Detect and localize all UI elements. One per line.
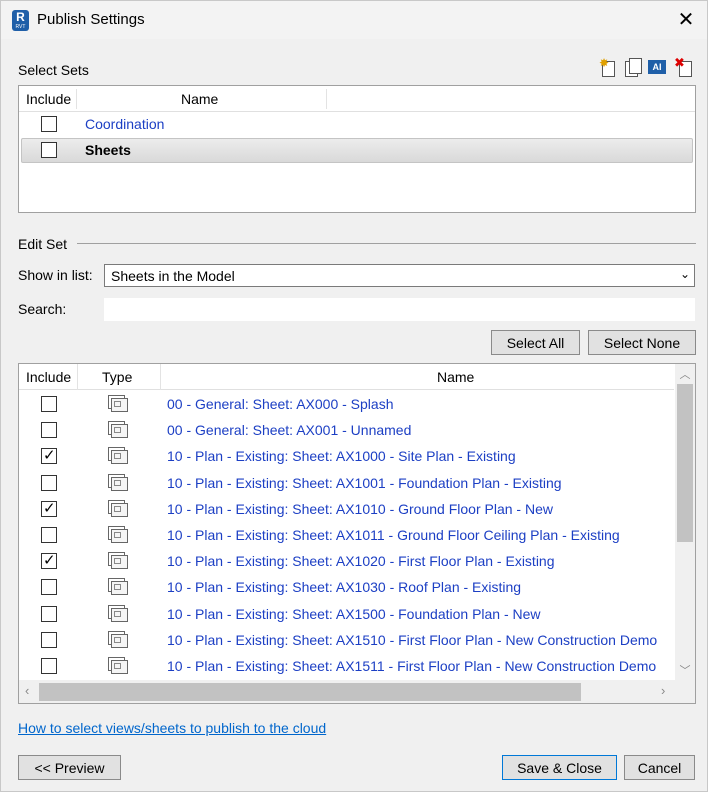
- save-close-button[interactable]: Save & Close: [502, 755, 617, 780]
- set-name[interactable]: Coordination: [85, 116, 164, 132]
- sheet-icon: [108, 473, 128, 491]
- publish-settings-dialog: R RVT Publish Settings ✕ Select Sets ✸ AI…: [0, 0, 708, 792]
- help-link[interactable]: How to select views/sheets to publish to…: [18, 720, 326, 736]
- select-sets-list: Include Name Coordination Sheets: [18, 85, 696, 213]
- scroll-corner: [675, 680, 695, 703]
- sheet-icon: [108, 657, 128, 674]
- horizontal-scroll-thumb[interactable]: [39, 683, 581, 701]
- chevron-down-icon: ⌄: [679, 267, 690, 281]
- set-name[interactable]: Sheets: [85, 142, 131, 158]
- table-row[interactable]: 10 - Plan - Existing: Sheet: AX1001 - Fo…: [19, 470, 674, 496]
- column-separator: [76, 89, 77, 109]
- show-in-list-label: Show in list:: [18, 267, 93, 283]
- search-label: Search:: [18, 301, 67, 317]
- include-checkbox[interactable]: [41, 396, 57, 412]
- table-row[interactable]: 10 - Plan - Existing: Sheet: AX1510 - Fi…: [19, 627, 674, 653]
- sheet-icon: [108, 630, 128, 648]
- include-checkbox[interactable]: [41, 551, 57, 570]
- scroll-right-icon[interactable]: ›: [661, 683, 665, 698]
- horizontal-scrollbar[interactable]: ‹ ›: [19, 680, 675, 703]
- table-row[interactable]: 10 - Plan - Existing: Sheet: AX1010 - Gr…: [19, 496, 674, 522]
- scroll-left-icon[interactable]: ‹: [25, 683, 29, 698]
- sheet-name[interactable]: 10 - Plan - Existing: Sheet: AX1500 - Fo…: [167, 606, 541, 622]
- vertical-scrollbar[interactable]: ︿ ﹀: [675, 364, 695, 680]
- sheet-name[interactable]: 10 - Plan - Existing: Sheet: AX1511 - Fi…: [167, 658, 656, 674]
- sheet-name[interactable]: 10 - Plan - Existing: Sheet: AX1010 - Gr…: [167, 501, 553, 517]
- include-column-header[interactable]: Include: [26, 369, 71, 385]
- edit-set-divider: [77, 243, 696, 244]
- duplicate-set-icon[interactable]: [622, 58, 642, 78]
- column-separator: [77, 364, 78, 390]
- new-set-icon[interactable]: ✸: [599, 56, 619, 78]
- vertical-scroll-thumb[interactable]: [677, 384, 693, 542]
- sheet-name[interactable]: 00 - General: Sheet: AX000 - Splash: [167, 396, 393, 412]
- type-column-header[interactable]: Type: [102, 369, 132, 385]
- sheet-icon: [108, 526, 128, 543]
- sheet-icon: [108, 499, 128, 517]
- sheet-icon: [108, 578, 128, 596]
- table-row[interactable]: 10 - Plan - Existing: Sheet: AX1020 - Fi…: [19, 548, 674, 574]
- column-separator: [160, 364, 161, 390]
- table-row[interactable]: 00 - General: Sheet: AX001 - Unnamed: [19, 417, 674, 443]
- sets-include-header[interactable]: Include: [26, 91, 71, 107]
- include-checkbox[interactable]: [41, 605, 57, 622]
- sheet-icon: [108, 447, 128, 465]
- revit-app-icon: R RVT: [12, 10, 29, 31]
- sheet-name[interactable]: 10 - Plan - Existing: Sheet: AX1011 - Gr…: [167, 527, 620, 543]
- select-all-button[interactable]: Select All: [491, 330, 580, 355]
- edit-set-label: Edit Set: [18, 236, 68, 252]
- include-checkbox[interactable]: [41, 499, 57, 517]
- include-checkbox[interactable]: [41, 579, 57, 596]
- table-row[interactable]: 10 - Plan - Existing: Sheet: AX1500 - Fo…: [19, 601, 674, 627]
- include-checkbox[interactable]: [41, 446, 57, 465]
- sets-header: Include Name: [19, 86, 695, 112]
- sheet-name[interactable]: 10 - Plan - Existing: Sheet: AX1030 - Ro…: [167, 579, 521, 595]
- table-row[interactable]: 00 - General: Sheet: AX000 - Splash: [19, 391, 674, 417]
- title-bar: R RVT Publish Settings ✕: [1, 1, 707, 39]
- show-in-list-dropdown[interactable]: Sheets in the Model ⌄: [104, 264, 695, 287]
- sheet-icon: [108, 552, 128, 570]
- include-checkbox[interactable]: [41, 527, 57, 543]
- sheet-name[interactable]: 10 - Plan - Existing: Sheet: AX1020 - Fi…: [167, 553, 555, 569]
- delete-set-icon[interactable]: ✖: [674, 55, 694, 78]
- sheet-name[interactable]: 10 - Plan - Existing: Sheet: AX1510 - Fi…: [167, 632, 657, 648]
- table-row[interactable]: 10 - Plan - Existing: Sheet: AX1030 - Ro…: [19, 574, 674, 600]
- include-checkbox[interactable]: [41, 631, 57, 648]
- set-include-checkbox[interactable]: [41, 116, 57, 132]
- select-sets-label: Select Sets: [18, 62, 89, 78]
- table-row[interactable]: 10 - Plan - Existing: Sheet: AX1011 - Gr…: [19, 522, 674, 548]
- close-icon[interactable]: ✕: [673, 7, 699, 33]
- select-none-button[interactable]: Select None: [588, 330, 696, 355]
- sheet-name[interactable]: 10 - Plan - Existing: Sheet: AX1000 - Si…: [167, 448, 516, 464]
- sheet-icon: [108, 395, 128, 412]
- set-row-coordination[interactable]: Coordination: [21, 112, 693, 137]
- table-row[interactable]: 10 - Plan - Existing: Sheet: AX1511 - Fi…: [19, 653, 674, 679]
- sheets-list: Include Type Name 00 - General: Sheet: A…: [18, 363, 696, 704]
- include-checkbox[interactable]: [41, 658, 57, 674]
- preview-button[interactable]: << Preview: [18, 755, 121, 780]
- name-column-header[interactable]: Name: [437, 369, 474, 385]
- include-checkbox[interactable]: [41, 474, 57, 491]
- include-checkbox[interactable]: [41, 422, 57, 439]
- sheet-icon: [108, 421, 128, 439]
- table-row[interactable]: 10 - Plan - Existing: Sheet: AX1000 - Si…: [19, 443, 674, 469]
- search-input[interactable]: [104, 298, 695, 321]
- sheets-header: Include Type Name: [19, 364, 674, 390]
- set-include-checkbox[interactable]: [41, 142, 57, 158]
- window-title: Publish Settings: [37, 11, 145, 28]
- sheet-name[interactable]: 10 - Plan - Existing: Sheet: AX1001 - Fo…: [167, 475, 562, 491]
- cancel-button[interactable]: Cancel: [624, 755, 695, 780]
- sheet-icon: [108, 604, 128, 622]
- column-separator: [326, 89, 327, 109]
- set-row-sheets[interactable]: Sheets: [21, 138, 693, 163]
- show-in-list-value: Sheets in the Model: [111, 268, 235, 284]
- sets-name-header[interactable]: Name: [181, 91, 218, 107]
- scroll-up-icon[interactable]: ︿: [675, 366, 695, 382]
- rename-set-icon[interactable]: AI: [647, 58, 667, 78]
- sheet-name[interactable]: 00 - General: Sheet: AX001 - Unnamed: [167, 422, 411, 438]
- scroll-down-icon[interactable]: ﹀: [675, 662, 695, 678]
